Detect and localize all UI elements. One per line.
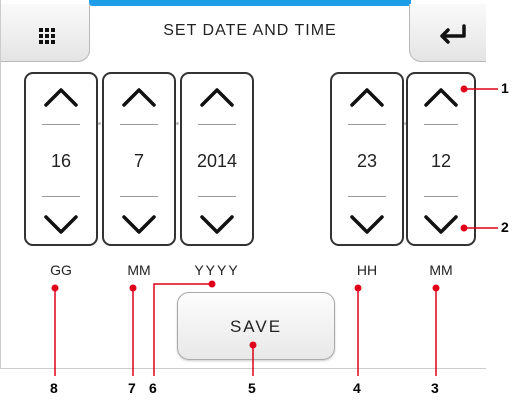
- callout-dot-6: [208, 280, 216, 288]
- callout-label-5: 5: [248, 380, 256, 396]
- callout-label-1: 1: [501, 80, 509, 96]
- callout-label-3: 3: [431, 380, 439, 396]
- callout-label-7: 7: [128, 380, 136, 396]
- callout-lines: [51, 85, 498, 376]
- callout-dot-5: [249, 341, 257, 349]
- callout-dot-2: [460, 224, 468, 232]
- callout-label-2: 2: [501, 219, 509, 235]
- callout-line-6: [153, 283, 212, 376]
- callout-dot-4: [354, 284, 362, 292]
- figure: SET DATE AND TIME 16 7 2014 23 12 GG MM …: [0, 0, 517, 403]
- callout-label-4: 4: [353, 380, 361, 396]
- callout-label-8: 8: [50, 380, 58, 396]
- callout-dot-1: [460, 85, 468, 93]
- callout-dot-7: [129, 284, 137, 292]
- callout-dot-3: [432, 284, 440, 292]
- callout-label-6: 6: [149, 380, 157, 396]
- callout-dot-8: [51, 284, 59, 292]
